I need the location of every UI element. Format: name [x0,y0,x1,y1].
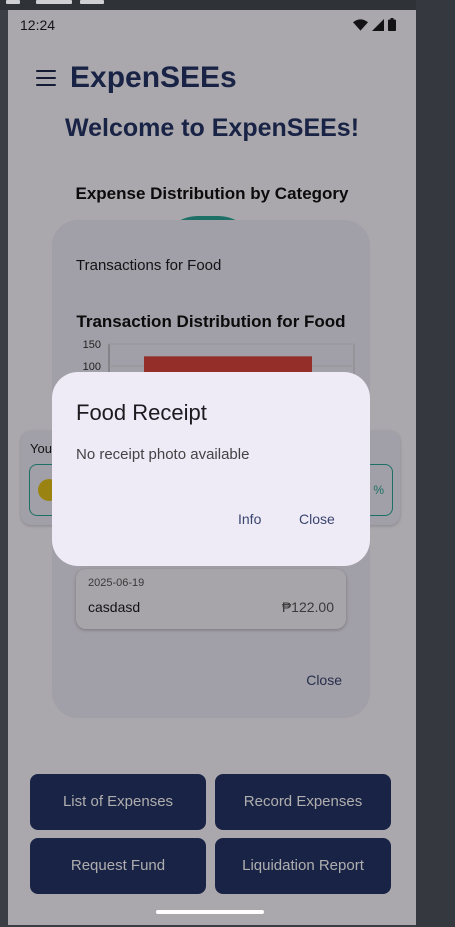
receipt-dialog: Food Receipt No receipt photo available … [52,372,370,566]
receipt-dialog-message: No receipt photo available [76,446,250,463]
gesture-home-indicator[interactable] [156,910,264,914]
system-top-strip [0,0,455,10]
mini-icon [80,0,104,4]
mini-icon [36,0,72,4]
receipt-dialog-title: Food Receipt [76,400,207,425]
phone-screen: 12:24 ExpenSEEs Welcome to ExpenSEEs! Ex… [8,10,416,925]
receipt-info-button[interactable]: Info [238,511,261,527]
receipt-close-button[interactable]: Close [299,511,335,527]
mini-icon [6,0,20,4]
desktop-background [416,0,455,927]
